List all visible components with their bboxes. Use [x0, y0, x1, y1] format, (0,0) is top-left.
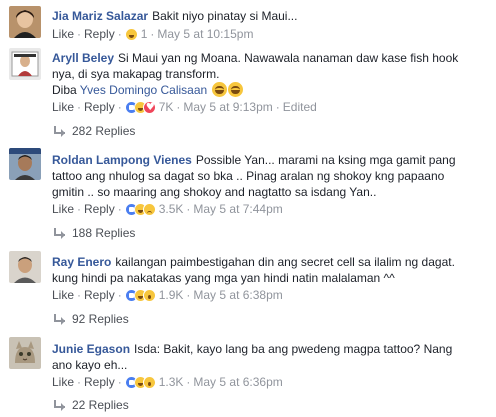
separator: ·	[117, 100, 122, 114]
avatar[interactable]	[9, 251, 41, 283]
comment-author[interactable]: Roldan Lampong Vienes	[52, 153, 192, 167]
wow-icon	[142, 376, 156, 390]
separator: ·	[117, 375, 122, 389]
replies-count[interactable]: 188 Replies	[72, 226, 135, 240]
comment-author[interactable]: Junie Egason	[52, 342, 130, 356]
timestamp[interactable]: May 5 at 6:36pm	[193, 375, 282, 389]
separator: ·	[77, 27, 82, 41]
comment-text: Diba	[52, 83, 80, 97]
separator: ·	[77, 288, 82, 302]
comment-text: gmitin .. so maaring ang shokoy and nagt…	[52, 185, 377, 199]
comment-author[interactable]: Ray Enero	[52, 255, 111, 269]
reactions[interactable]	[124, 99, 156, 116]
reply-arrow-icon	[52, 125, 66, 137]
like-button[interactable]: Like	[52, 27, 74, 41]
reactions[interactable]	[124, 26, 138, 42]
reply-button[interactable]: Reply	[84, 375, 115, 389]
reply-arrow-icon	[52, 399, 66, 411]
replies-count[interactable]: 282 Replies	[72, 124, 135, 138]
reactions[interactable]	[124, 201, 156, 217]
timestamp[interactable]: May 5 at 9:13pm	[183, 100, 272, 114]
reply-button[interactable]: Reply	[84, 27, 115, 41]
reply-button[interactable]: Reply	[84, 100, 115, 114]
comment-text: Isda: Bakit, kayo lang ba ang pwedeng ma…	[134, 342, 453, 356]
comment-author[interactable]: Jia Mariz Salazar	[52, 9, 148, 23]
reaction-count[interactable]: 1.3K	[159, 375, 184, 389]
mention-link[interactable]: Yves Domingo Calisaan	[80, 83, 207, 97]
separator: ·	[117, 288, 122, 302]
like-button[interactable]: Like	[52, 100, 74, 114]
separator: ·	[117, 202, 122, 216]
edited-label[interactable]: Edited	[283, 100, 317, 114]
reactions[interactable]	[124, 374, 156, 390]
comment-actions: Like·Reply·7K·May 5 at 9:13pm·Edited	[52, 99, 317, 116]
reaction-count[interactable]: 1.9K	[159, 288, 184, 302]
separator: ·	[275, 100, 280, 114]
reaction-count[interactable]: 3.5K	[159, 202, 184, 216]
comment-text: ano kayo eh...	[52, 358, 128, 372]
reaction-count[interactable]: 7K	[159, 100, 174, 114]
laughing-emoji-icon	[227, 82, 243, 98]
wow-icon	[142, 289, 156, 303]
separator: ·	[77, 202, 82, 216]
like-button[interactable]: Like	[52, 288, 74, 302]
avatar[interactable]	[9, 6, 41, 38]
reaction-count[interactable]: 1	[141, 27, 148, 41]
reply-arrow-icon	[52, 313, 66, 325]
timestamp[interactable]: May 5 at 10:15pm	[157, 27, 253, 41]
comment-text: nya, di sya makapag transform.	[52, 67, 220, 81]
separator: ·	[77, 375, 82, 389]
love-icon	[142, 100, 156, 116]
comment-actions: Like · Reply · 1 · May 5 at 10:15pm	[52, 26, 253, 42]
avatar[interactable]	[9, 337, 41, 369]
reply-button[interactable]: Reply	[84, 288, 115, 302]
separator: ·	[186, 288, 191, 302]
avatar[interactable]	[9, 48, 41, 80]
comment-actions: Like · Reply · 3.5K · May 5 at 7:44pm	[52, 201, 283, 217]
avatar[interactable]	[9, 148, 41, 180]
laughing-emoji-icon	[211, 82, 227, 98]
reactions[interactable]	[124, 287, 156, 303]
separator: ·	[176, 100, 181, 114]
comment-text: Bakit niyo pinatay si Maui...	[152, 9, 298, 23]
comment-actions: Like · Reply · 1.9K · May 5 at 6:38pm	[52, 287, 283, 303]
reply-arrow-icon	[52, 227, 66, 239]
timestamp[interactable]: May 5 at 7:44pm	[193, 202, 282, 216]
view-replies-link[interactable]: 92 Replies	[52, 310, 129, 328]
like-button[interactable]: Like	[52, 375, 74, 389]
haha-icon	[124, 28, 138, 42]
view-replies-link[interactable]: 188 Replies	[52, 224, 135, 242]
separator: ·	[186, 202, 191, 216]
comment-text: kung hindi pa nakatakas yang mga yan hin…	[52, 271, 395, 285]
separator: ·	[150, 27, 155, 41]
replies-count[interactable]: 92 Replies	[72, 312, 129, 326]
comment-text: tattoo ang nhulog sa dagat so bka .. Pin…	[52, 169, 445, 183]
like-button[interactable]: Like	[52, 202, 74, 216]
comment-author[interactable]: Aryll Beley	[52, 51, 114, 65]
separator: ·	[77, 100, 82, 114]
separator: ·	[186, 375, 191, 389]
view-replies-link[interactable]: 282 Replies	[52, 122, 135, 140]
replies-count[interactable]: 22 Replies	[72, 398, 129, 412]
separator: ·	[117, 27, 122, 41]
comment-text: kailangan paimbestigahan din ang secret …	[115, 255, 455, 269]
comment-actions: Like · Reply · 1.3K · May 5 at 6:36pm	[52, 374, 283, 390]
comment-text: Possible Yan... marami na ksing mga gami…	[195, 153, 456, 167]
view-replies-link[interactable]: 22 Replies	[52, 396, 129, 414]
comment-text-line: Diba Yves Domingo Calisaan	[52, 82, 488, 98]
timestamp[interactable]: May 5 at 6:38pm	[193, 288, 282, 302]
sad-icon	[142, 203, 156, 217]
comment-text: Si Maui yan ng Moana. Nawawala nanaman d…	[118, 51, 459, 65]
reply-button[interactable]: Reply	[84, 202, 115, 216]
